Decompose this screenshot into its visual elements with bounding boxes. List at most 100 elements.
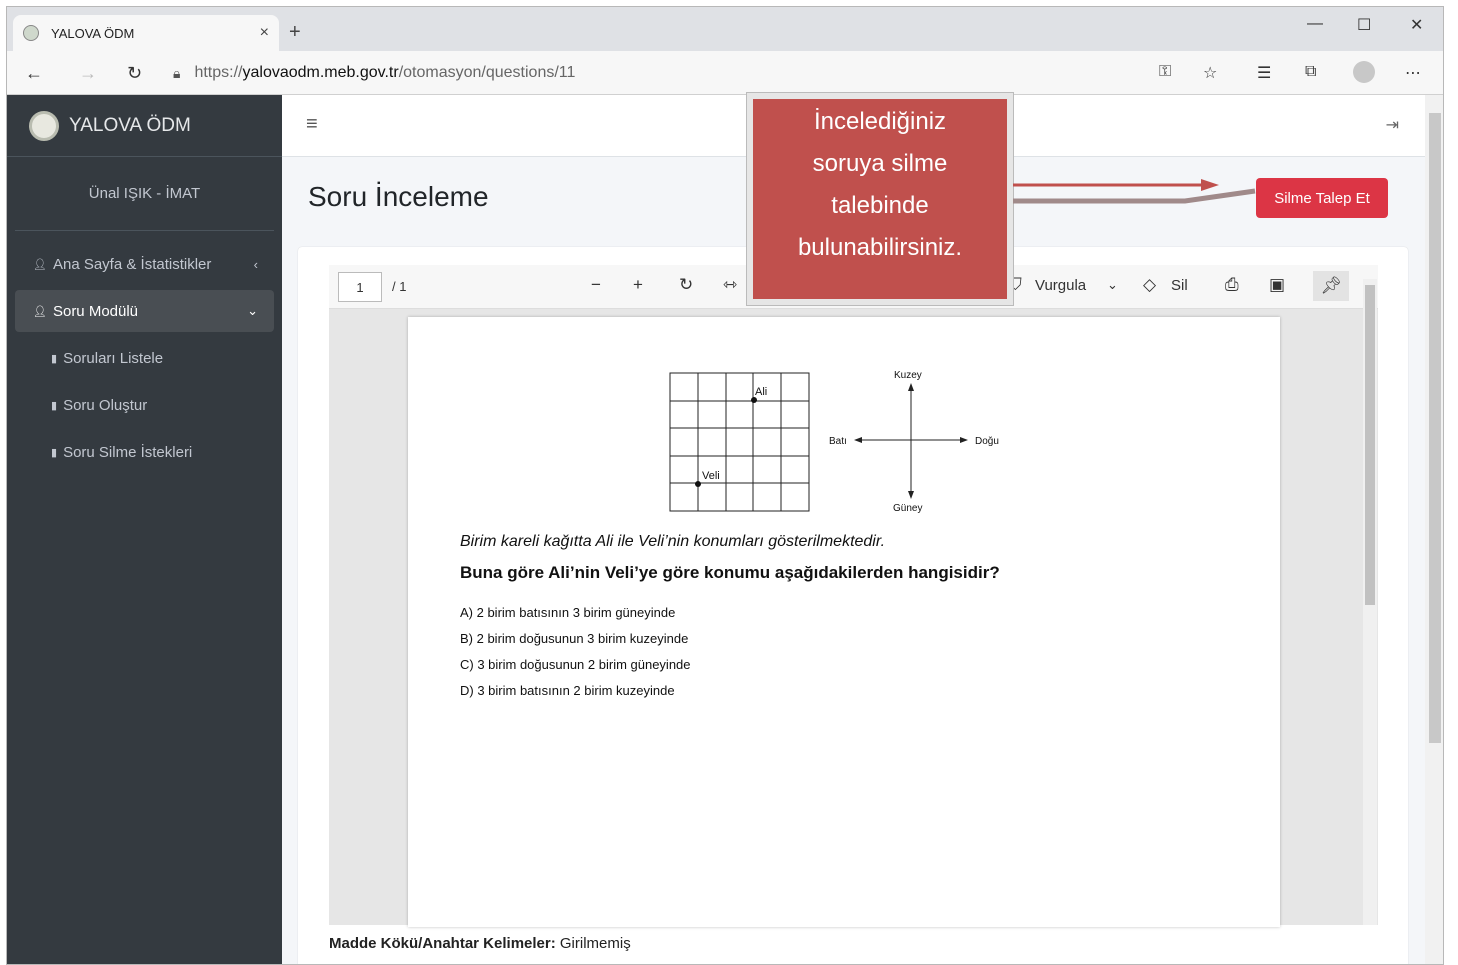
trash-icon: ▮	[51, 446, 58, 459]
print-icon[interactable]: ⎙	[1225, 275, 1239, 295]
page-total: / 1	[392, 279, 407, 294]
compass-south-label: Güney	[893, 503, 922, 514]
keywords-value: Girilmemiş	[559, 935, 631, 952]
page-scrollbar-thumb[interactable]	[1429, 113, 1441, 743]
chevron-down-icon: ⌄	[247, 303, 258, 318]
browser-window: YALOVA ÖDM × + — ☐ ✕ ← → ↻ 🔒︎ https:// y…	[6, 6, 1444, 965]
url-protocol: https://	[194, 64, 243, 81]
answer-option: A) 2 birim batısının 3 birim güneyinde	[460, 605, 676, 620]
tab-close-icon[interactable]: ×	[260, 24, 269, 42]
minimize-button[interactable]: —	[1307, 15, 1323, 33]
user-question-icon: 👤︎	[33, 258, 47, 271]
callout-line: soruya silme	[812, 150, 948, 177]
sidebar-item-label: Soru Oluştur	[63, 396, 148, 414]
user-name[interactable]: Ünal IŞIK - İMAT	[15, 157, 274, 231]
collections-icon[interactable]: ⧉	[1305, 63, 1316, 81]
chevron-down-icon[interactable]: ⌄	[1107, 277, 1118, 293]
zoom-out-icon[interactable]: −	[591, 275, 601, 295]
sidebar-item-label: Soru Silme İstekleri	[63, 443, 193, 461]
more-menu-icon[interactable]: ⋯	[1405, 63, 1421, 83]
erase-label[interactable]: Sil	[1171, 277, 1188, 294]
page-scrollbar[interactable]	[1425, 95, 1443, 964]
hamburger-menu-icon[interactable]: ≡	[306, 113, 318, 136]
rotate-icon[interactable]: ↻	[679, 275, 693, 295]
browser-tab[interactable]: YALOVA ÖDM ×	[13, 15, 279, 51]
zoom-in-icon[interactable]: +	[633, 275, 643, 295]
question-card: 1 / 1 − + ↻ ⇿ ⛉ Vurgula ⌄ ◇ Sil ⎙ ▣ 📌︎ A…	[298, 247, 1408, 964]
key-icon[interactable]: ⚿	[1159, 63, 1171, 81]
pdf-scrollbar[interactable]	[1363, 279, 1377, 925]
favorite-star-icon[interactable]: ☆	[1203, 63, 1217, 83]
sidebar-item-dashboard[interactable]: 👤︎ Ana Sayfa & İstatistikler ‹	[15, 243, 274, 285]
answer-option: B) 2 birim doğusunun 3 birim kuzeyinde	[460, 631, 689, 646]
eraser-icon[interactable]: ◇	[1143, 275, 1156, 295]
sidebar-item-delete-requests[interactable]: ▮ Soru Silme İstekleri	[15, 431, 274, 473]
ali-label: Ali	[755, 386, 767, 398]
sidebar-item-question-module[interactable]: 👤︎ Soru Modülü ⌄	[15, 290, 274, 332]
url-path: /otomasyon/questions/11	[398, 64, 576, 81]
tab-strip: YALOVA ÖDM × + — ☐ ✕	[7, 7, 1443, 51]
pdf-scrollbar-thumb[interactable]	[1365, 285, 1375, 605]
sidebar-item-label: Ana Sayfa & İstatistikler	[52, 255, 212, 273]
compass-west-label: Batı	[829, 436, 847, 447]
brand-logo-icon	[29, 110, 59, 141]
tab-title: YALOVA ÖDM	[51, 25, 135, 41]
address-toolbar: ← → ↻ 🔒︎ https:// yalovaodm.meb.gov.tr /…	[7, 51, 1443, 95]
answer-option: C) 3 birim doğusunun 2 birim güneyinde	[460, 657, 691, 672]
brand-link[interactable]: YALOVA ÖDM	[7, 95, 282, 157]
sidebar-item-label: Soru Modülü	[52, 302, 139, 320]
compass	[858, 387, 964, 495]
sidebar: YALOVA ÖDM Ünal IŞIK - İMAT 👤︎ Ana Sayfa…	[7, 95, 282, 964]
callout-arrow-icon	[1013, 179, 1256, 204]
instruction-callout: İncelediğiniz soruya silme talebinde bul…	[746, 92, 1014, 306]
page-number-input[interactable]: 1	[338, 272, 382, 302]
veli-label: Veli	[702, 470, 720, 482]
fit-page-icon[interactable]: ⇿	[723, 275, 737, 295]
highlight-label[interactable]: Vurgula	[1035, 277, 1086, 294]
question-prompt: Buna göre Ali’nin Veli’ye göre konumu aş…	[460, 563, 1000, 582]
url-host: yalovaodm.meb.gov.tr	[242, 64, 399, 81]
question-stem: Birim kareli kağıtta Ali ile Veli’nin ko…	[460, 533, 886, 550]
callout-line: talebinde	[831, 192, 929, 219]
site-favicon-icon	[23, 25, 39, 41]
compass-north-label: Kuzey	[894, 370, 922, 381]
south-arrow-icon	[908, 491, 914, 499]
sidebar-item-label: Soruları Listele	[63, 349, 164, 367]
save-icon: ▮	[51, 399, 58, 412]
callout-line: İncelediğiniz	[813, 108, 947, 135]
pdf-viewer: 1 / 1 − + ↻ ⇿ ⛉ Vurgula ⌄ ◇ Sil ⎙ ▣ 📌︎ A…	[329, 265, 1378, 927]
north-arrow-icon	[908, 383, 914, 391]
veli-point	[695, 481, 701, 487]
keywords-label: Madde Kökü/Anahtar Kelimeler:	[329, 935, 556, 952]
callout-line: bulunabilirsiniz.	[797, 234, 963, 261]
sidebar-item-list-questions[interactable]: ▮ Soruları Listele	[15, 337, 274, 379]
unit-grid	[669, 372, 810, 512]
question-figure: Ali Veli Kuzey Güney Doğu Batı	[669, 370, 999, 514]
page-title: Soru İnceleme	[308, 181, 489, 212]
new-tab-button[interactable]: +	[289, 21, 301, 44]
user-question-icon: 👤︎	[33, 305, 47, 318]
save-icon[interactable]: ▣	[1269, 275, 1285, 295]
sidebar-menu: 👤︎ Ana Sayfa & İstatistikler ‹ 👤︎ Soru M…	[7, 231, 282, 490]
pdf-page: Ali Veli Kuzey Güney Doğu Batı Birim kar…	[408, 317, 1280, 927]
pin-icon[interactable]: 📌︎	[1313, 271, 1349, 301]
brand-name: YALOVA ÖDM	[69, 114, 191, 136]
logout-icon[interactable]: ⇥	[1386, 115, 1399, 135]
back-arrow-icon[interactable]: ←	[25, 63, 43, 84]
forward-arrow-icon[interactable]: →	[79, 63, 97, 84]
profile-avatar[interactable]	[1353, 61, 1375, 83]
answer-option: D) 3 birim batısının 2 birim kuzeyinde	[460, 683, 675, 698]
url-field[interactable]: 🔒︎ https:// yalovaodm.meb.gov.tr /otomas…	[173, 58, 1323, 88]
chevron-left-icon: ‹	[253, 256, 258, 272]
delete-request-button[interactable]: Silme Talep Et	[1256, 178, 1388, 218]
close-window-button[interactable]: ✕	[1410, 15, 1423, 35]
compass-east-label: Doğu	[975, 436, 999, 447]
west-arrow-icon	[854, 437, 862, 443]
lock-icon: 🔒︎	[173, 64, 181, 81]
favorites-list-icon[interactable]: ☰	[1257, 63, 1271, 83]
keywords-row: Madde Kökü/Anahtar Kelimeler: Girilmemiş	[329, 935, 631, 952]
maximize-button[interactable]: ☐	[1357, 15, 1371, 35]
books-icon: ▮	[51, 352, 58, 365]
refresh-icon[interactable]: ↻	[127, 63, 142, 84]
sidebar-item-create-question[interactable]: ▮ Soru Oluştur	[15, 384, 274, 426]
